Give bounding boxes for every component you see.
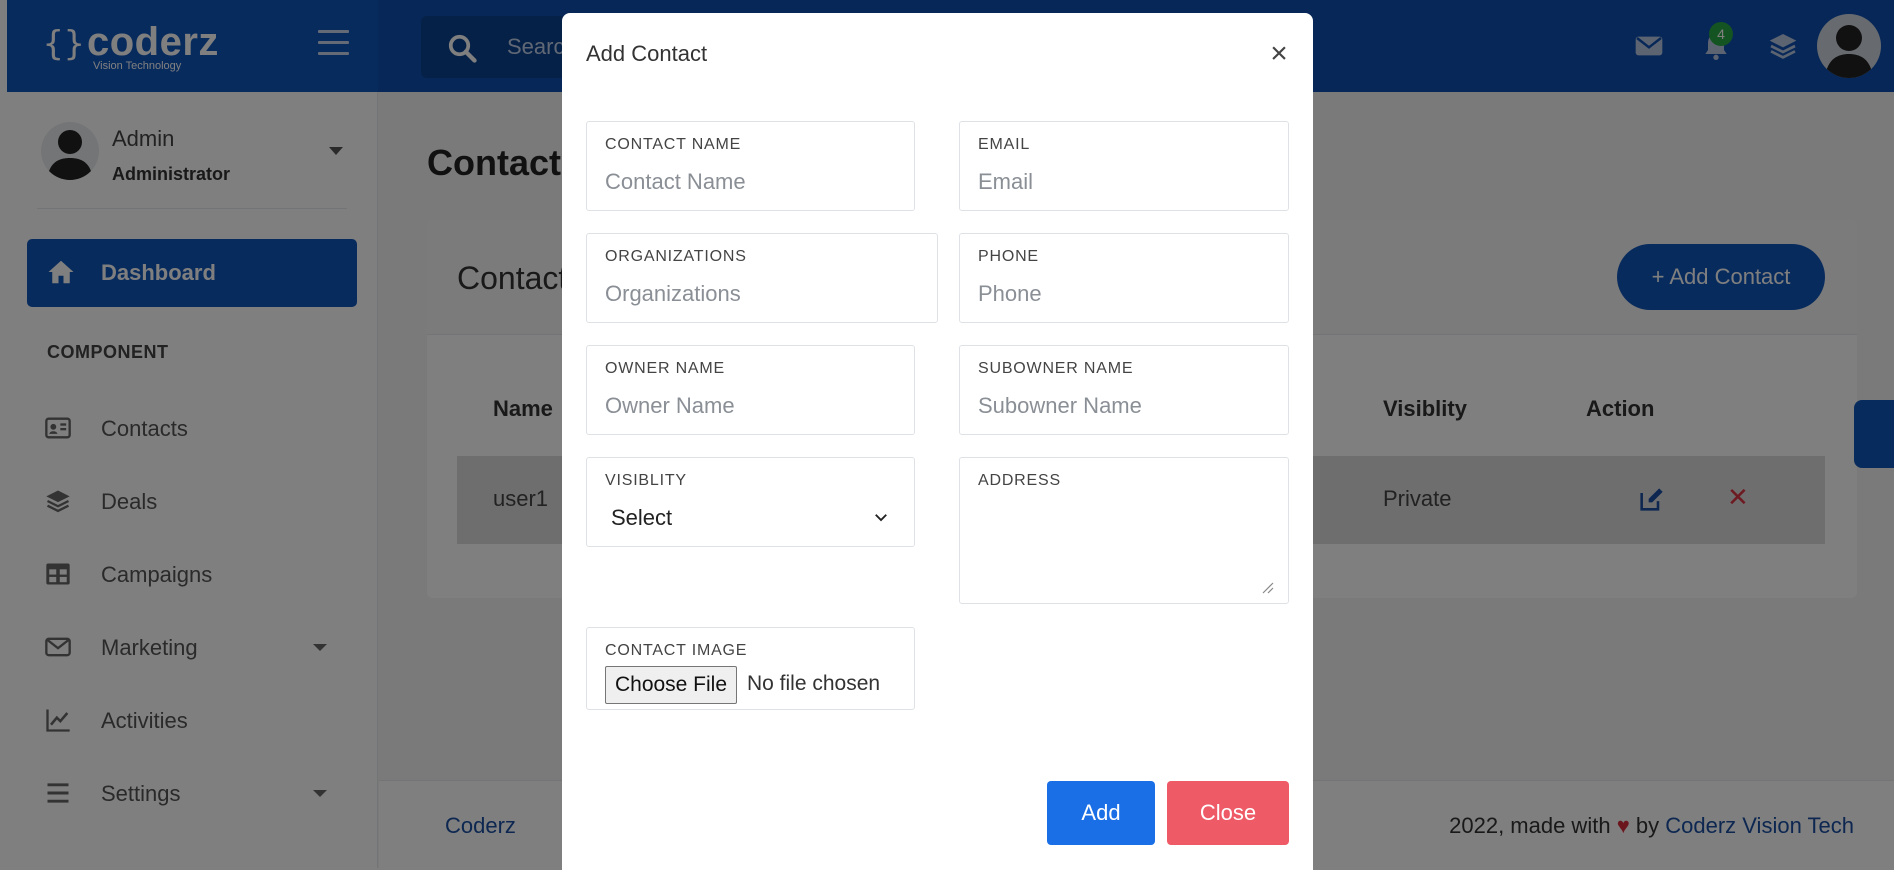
field-label: OWNER NAME [605,360,725,377]
field-label: PHONE [978,248,1039,265]
contact-image-field: CONTACT IMAGE Choose File No file chosen [586,627,915,710]
resize-grip-icon[interactable] [1260,580,1274,594]
owner-name-input[interactable] [605,390,896,422]
phone-field: PHONE [959,233,1289,323]
add-contact-modal: Add Contact × CONTACT NAME EMAIL ORGANIZ… [562,13,1313,870]
address-textarea[interactable] [978,502,1274,594]
owner-name-field: OWNER NAME [586,345,915,435]
field-label: EMAIL [978,136,1031,153]
visibility-field: VISIBLITY Select [586,457,915,547]
organizations-field: ORGANIZATIONS [586,233,938,323]
field-label: VISIBLITY [605,472,687,489]
organizations-input[interactable] [605,278,919,310]
close-button[interactable]: Close [1167,781,1289,845]
email-input[interactable] [978,166,1270,198]
address-field: ADDRESS [959,457,1289,604]
contact-name-input[interactable] [605,166,896,198]
select-value: Select [611,505,673,530]
field-label: CONTACT IMAGE [605,642,748,659]
file-status: No file chosen [747,672,881,695]
field-label: SUBOWNER NAME [978,360,1134,377]
field-label: ADDRESS [978,472,1061,489]
add-button[interactable]: Add [1047,781,1155,845]
subowner-name-input[interactable] [978,390,1270,422]
choose-file-button[interactable]: Choose File [605,666,737,704]
chevron-down-icon [875,514,887,522]
field-label: CONTACT NAME [605,136,742,153]
contact-name-field: CONTACT NAME [586,121,915,211]
close-icon[interactable]: × [1266,39,1292,69]
modal-title: Add Contact [586,41,708,66]
field-label: ORGANIZATIONS [605,248,747,265]
visibility-select[interactable]: Select [605,502,896,534]
email-field: EMAIL [959,121,1289,211]
phone-input[interactable] [978,278,1270,310]
subowner-name-field: SUBOWNER NAME [959,345,1289,435]
